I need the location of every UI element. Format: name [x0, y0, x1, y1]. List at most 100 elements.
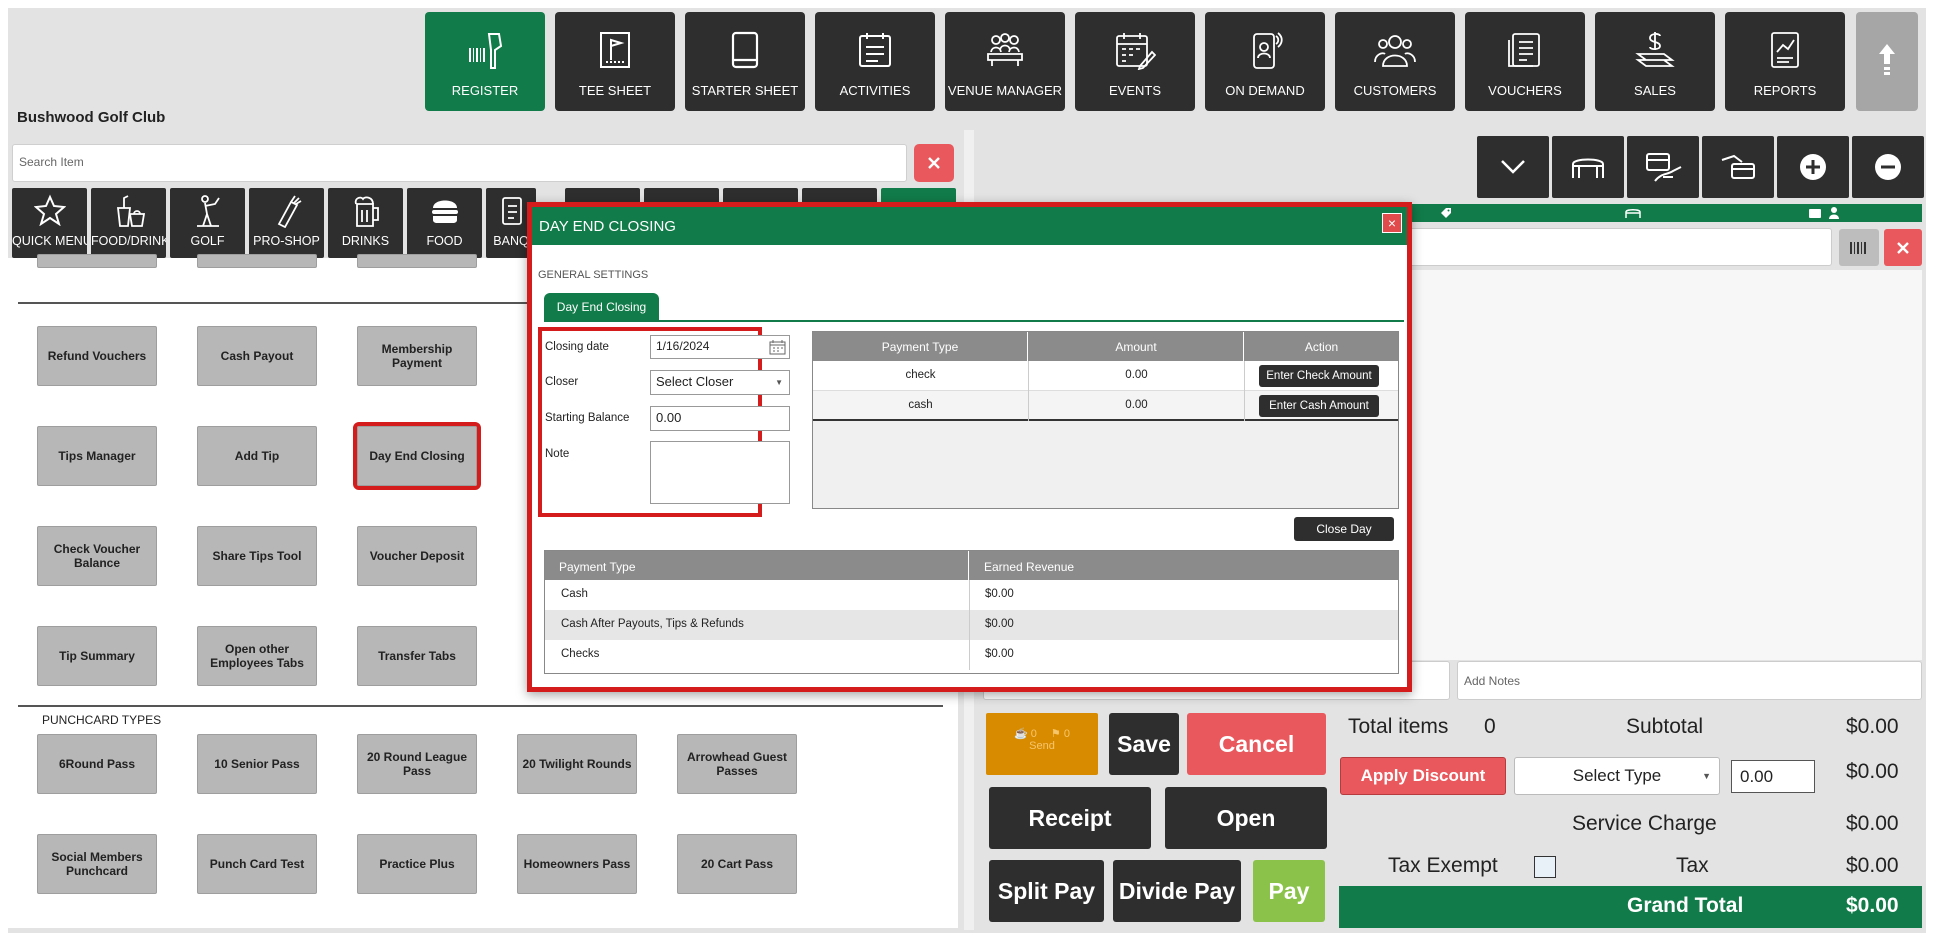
search-input[interactable]: Search Item	[12, 144, 907, 182]
open-button[interactable]: Open	[1165, 787, 1327, 849]
nav-starter-sheet[interactable]: STARTER SHEET	[685, 12, 805, 111]
tile-punchcard[interactable]: Arrowhead Guest Passes	[677, 734, 797, 794]
cell-divider	[1244, 391, 1245, 421]
tax-exempt-checkbox[interactable]	[1534, 856, 1556, 878]
nav-venue-manager[interactable]: VENUE MANAGER	[945, 12, 1065, 111]
clear-search-button[interactable]	[914, 144, 954, 182]
tab-day-end-closing[interactable]: Day End Closing	[544, 293, 659, 320]
tile-voucher-deposit[interactable]: Voucher Deposit	[357, 526, 477, 586]
nav-customers[interactable]: CUSTOMERS	[1335, 12, 1455, 111]
checklist-icon	[815, 30, 935, 72]
nav-activities[interactable]: ACTIVITIES	[815, 12, 935, 111]
apply-discount-button[interactable]: Apply Discount	[1340, 757, 1506, 795]
category-food[interactable]: FOOD	[407, 188, 482, 258]
tile-refund-vouchers[interactable]: Refund Vouchers	[37, 326, 157, 386]
col-action: Action	[1304, 339, 1339, 354]
tile-add-tip[interactable]: Add Tip	[197, 426, 317, 486]
beer-icon	[328, 194, 403, 228]
tile-punchcard[interactable]: 20 Round League Pass	[357, 734, 477, 794]
starting-balance-input[interactable]: 0.00	[650, 406, 790, 431]
divide-pay-button[interactable]: Divide Pay	[1113, 860, 1241, 922]
report-chart-icon	[1725, 30, 1845, 72]
day-end-closing-dialog: DAY END CLOSING × GENERAL SETTINGS Day E…	[527, 202, 1412, 692]
barcode-button[interactable]	[1839, 229, 1879, 266]
tile-day-end-closing[interactable]: Day End Closing	[353, 422, 481, 490]
receipt-button[interactable]: Receipt	[989, 787, 1151, 849]
send-button[interactable]: ☕ 0 ⚑ 0 Send	[986, 713, 1098, 775]
pay-button[interactable]: Pay	[1253, 860, 1325, 922]
closer-value: Select Closer	[656, 374, 734, 389]
nav-tee-sheet[interactable]: TEE SHEET	[555, 12, 675, 111]
tile-partial[interactable]	[357, 254, 477, 268]
customer-search-input[interactable]	[1405, 228, 1832, 266]
amount-cell: 0.00	[1125, 369, 1148, 381]
hand-card-button[interactable]	[1627, 136, 1699, 198]
enter-check-amount-button[interactable]: Enter Check Amount	[1259, 365, 1379, 387]
nav-reports[interactable]: REPORTS	[1725, 12, 1845, 111]
close-icon	[928, 157, 940, 169]
note-textarea[interactable]	[650, 441, 790, 504]
calendar-icon[interactable]	[769, 339, 786, 355]
burger-icon	[407, 194, 482, 228]
revenue-header: Payment Type Earned Revenue	[545, 551, 1398, 580]
tile-punchcard[interactable]: 6Round Pass	[37, 734, 157, 794]
scroll-up-button[interactable]	[1856, 12, 1918, 111]
nav-register[interactable]: REGISTER	[425, 12, 545, 111]
table-icon	[1572, 158, 1604, 178]
closing-date-input[interactable]: 1/16/2024	[650, 335, 790, 359]
add-button[interactable]	[1777, 136, 1849, 198]
cell-divider	[969, 610, 970, 640]
tile-transfer-tabs[interactable]: Transfer Tabs	[357, 626, 477, 686]
tile-membership-payment[interactable]: Membership Payment	[357, 326, 477, 386]
tile-punchcard[interactable]: Homeowners Pass	[517, 834, 637, 894]
card-payment-button[interactable]	[1702, 136, 1774, 198]
collapse-button[interactable]	[1477, 136, 1549, 198]
tile-open-other-employees-tabs[interactable]: Open other Employees Tabs	[197, 626, 317, 686]
add-notes-input[interactable]: Add Notes	[1457, 661, 1922, 700]
close-day-button[interactable]: Close Day	[1294, 517, 1394, 541]
nav-on-demand[interactable]: ON DEMAND	[1205, 12, 1325, 111]
tile-tips-manager[interactable]: Tips Manager	[37, 426, 157, 486]
split-pay-button[interactable]: Split Pay	[989, 860, 1104, 922]
revenue-type-cell: Cash	[561, 588, 588, 600]
tile-tip-summary[interactable]: Tip Summary	[37, 626, 157, 686]
category-pro-shop[interactable]: PRO-SHOP	[249, 188, 324, 258]
closer-select[interactable]: Select Closer ▼	[650, 370, 790, 395]
save-button[interactable]: Save	[1109, 713, 1179, 775]
send-count: 0	[1063, 728, 1070, 740]
close-icon: ×	[1387, 215, 1397, 231]
tile-punchcard[interactable]: Social Members Punchcard	[37, 834, 157, 894]
wallet-icon	[1809, 209, 1821, 218]
tile-punchcard[interactable]: 20 Cart Pass	[677, 834, 797, 894]
discount-input[interactable]: 0.00	[1731, 760, 1815, 793]
tile-share-tips-tool[interactable]: Share Tips Tool	[197, 526, 317, 586]
tile-punchcard[interactable]: Punch Card Test	[197, 834, 317, 894]
service-charge-label: Service Charge	[1572, 812, 1717, 835]
category-golf[interactable]: GOLF	[170, 188, 245, 258]
discount-type-select[interactable]: Select Type ▼	[1514, 757, 1720, 795]
tile-punchcard[interactable]: 20 Twilight Rounds	[517, 734, 637, 794]
remove-button[interactable]	[1852, 136, 1924, 198]
nav-vouchers[interactable]: VOUCHERS	[1465, 12, 1585, 111]
tablet-icon	[685, 30, 805, 72]
table-button[interactable]	[1552, 136, 1624, 198]
clear-customer-button[interactable]	[1884, 229, 1922, 266]
category-quick-menu[interactable]: QUICK MENU	[12, 188, 87, 258]
nav-sales[interactable]: SALES	[1595, 12, 1715, 111]
tile-partial[interactable]	[37, 254, 157, 268]
tile-partial[interactable]	[197, 254, 317, 268]
category-food-drink[interactable]: FOOD/DRINK	[91, 188, 166, 258]
nav-events-label: EVENTS	[1108, 83, 1161, 98]
tile-check-voucher-balance[interactable]: Check Voucher Balance	[37, 526, 157, 586]
col-payment-type: Payment Type	[813, 332, 1028, 361]
enter-cash-amount-button[interactable]: Enter Cash Amount	[1259, 395, 1379, 417]
tile-punchcard[interactable]: Practice Plus	[357, 834, 477, 894]
cancel-button[interactable]: Cancel	[1187, 713, 1326, 775]
tile-punchcard[interactable]: 10 Senior Pass	[197, 734, 317, 794]
nav-events[interactable]: EVENTS	[1075, 12, 1195, 111]
payment-type-cell: check	[905, 369, 936, 381]
amount-cell: 0.00	[1125, 399, 1148, 411]
dialog-close-button[interactable]: ×	[1382, 213, 1402, 233]
tile-cash-payout[interactable]: Cash Payout	[197, 326, 317, 386]
category-drinks[interactable]: DRINKS	[328, 188, 403, 258]
